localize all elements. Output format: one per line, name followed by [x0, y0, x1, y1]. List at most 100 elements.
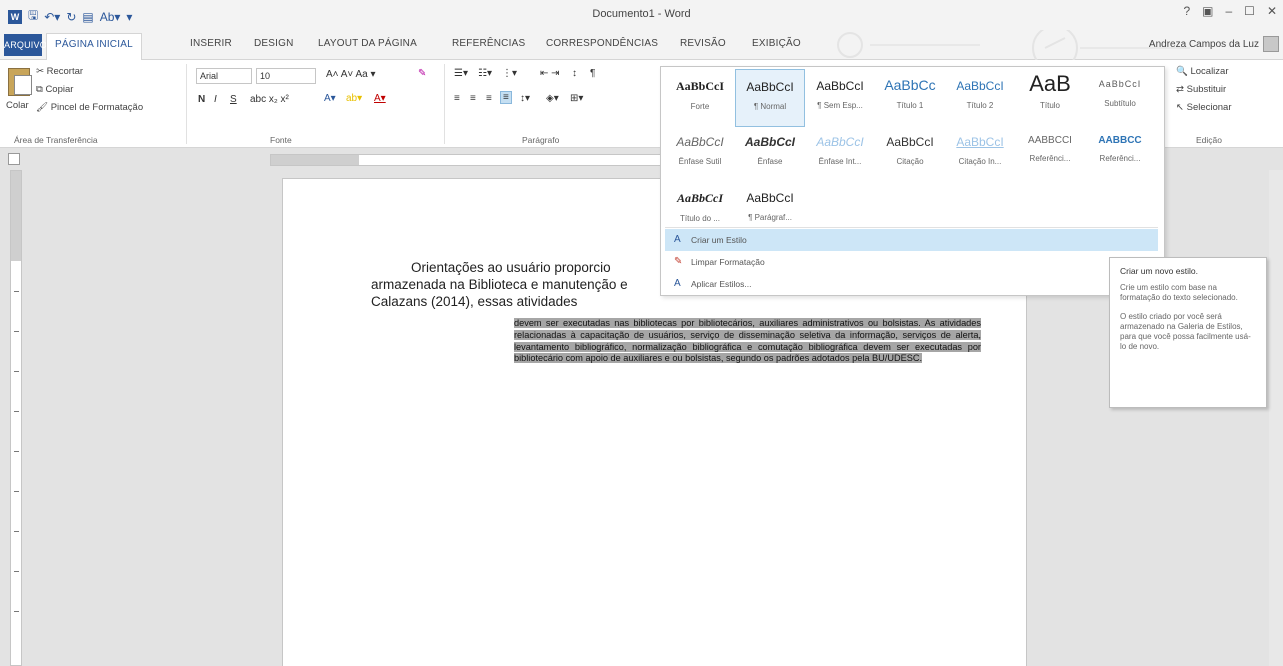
apply-styles-label: Aplicar Estilos... [691, 279, 752, 289]
style-title[interactable]: AaB Título [1015, 69, 1085, 127]
indent-icons[interactable]: ⇤ ⇥ [540, 68, 560, 79]
style-sample: AaBbCcI [744, 135, 795, 149]
borders-icon[interactable]: ⊞▾ [570, 93, 583, 104]
format-painter-button[interactable]: 🖌 Pincel de Formatação [36, 102, 143, 113]
clear-format-icon[interactable]: ✎ [418, 68, 426, 79]
style-no-spacing[interactable]: AaBbCcI ¶ Sem Esp... [805, 69, 875, 127]
minimize-icon[interactable]: – [1225, 4, 1232, 18]
tooltip-text-1: Crie um estilo com base na formatação do… [1120, 283, 1238, 302]
style-sample: AaBbCcI [746, 80, 794, 94]
tab-selector-icon[interactable] [8, 153, 20, 165]
style-subtitle[interactable]: AaBbCcI Subtítulo [1085, 69, 1155, 127]
style-name: Título do ... [679, 214, 721, 223]
sort-icon[interactable]: ↕ [572, 68, 577, 79]
editing-group-label: Edição [1196, 135, 1222, 145]
style-sample: AaBbCcI [816, 79, 864, 93]
multilevel-list-icon[interactable]: ⋮▾ [502, 68, 517, 79]
style-name: Citação In... [958, 157, 1002, 166]
style-heading-2[interactable]: AaBbCcI Título 2 [945, 69, 1015, 127]
justify-icon[interactable]: ≡ [500, 91, 512, 104]
tab-design[interactable]: DESIGN [254, 38, 294, 49]
style-sample: AABBCC [1098, 135, 1142, 146]
vertical-ruler[interactable] [10, 170, 22, 666]
style-intense-reference[interactable]: AABBCC Referênci... [1085, 125, 1155, 183]
find-button[interactable]: 🔍 Localizar [1176, 66, 1229, 77]
style-quote[interactable]: AaBbCcI Citação [875, 125, 945, 183]
cut-button[interactable]: ✂ Recortar [36, 66, 83, 77]
shading-icon[interactable]: ◈▾ [546, 93, 559, 104]
help-icon[interactable]: ? [1183, 4, 1190, 18]
clear-formatting-item[interactable]: ✎ Limpar Formatação [665, 251, 1158, 273]
avatar[interactable] [1263, 36, 1279, 52]
tab-home[interactable]: PÁGINA INICIAL [46, 33, 142, 61]
style-name: Referênci... [1029, 154, 1071, 163]
style-sample: AaBbCcI [675, 79, 724, 93]
paste-icon[interactable] [8, 68, 32, 96]
text-effects-icon[interactable]: A▾ [324, 93, 336, 104]
style-normal[interactable]: AaBbCcI ¶ Normal [735, 69, 805, 127]
user-name[interactable]: Andreza Campos da Luz [1149, 39, 1259, 50]
style-heading-1[interactable]: AaBbCc Título 1 [875, 69, 945, 127]
paste-button[interactable]: Colar [6, 100, 29, 111]
styles-gallery: AaBbCcI Forte AaBbCcI ¶ Normal AaBbCcI ¶ Se… [660, 66, 1165, 296]
copy-button[interactable]: ⧉ Copiar [36, 84, 73, 95]
vertical-scrollbar[interactable] [1269, 170, 1283, 666]
highlight-icon[interactable]: ab▾ [346, 93, 362, 104]
underline-button[interactable]: S [230, 94, 237, 105]
align-right-icon[interactable]: ≡ [486, 93, 492, 104]
create-style-item[interactable]: A Criar um Estilo [665, 229, 1158, 251]
font-color-icon[interactable]: A▾ [374, 93, 386, 104]
select-button[interactable]: ↖ Selecionar [1176, 102, 1232, 113]
tab-page-layout[interactable]: LAYOUT DA PÁGINA [318, 38, 417, 49]
style-intense-quote[interactable]: AaBbCcI Citação In... [945, 125, 1015, 183]
style-intense-emphasis[interactable]: AaBbCcI Ênfase Int... [805, 125, 875, 183]
find-label: Localizar [1190, 66, 1229, 77]
align-left-icon[interactable]: ≡ [454, 93, 460, 104]
apply-styles-item[interactable]: A Aplicar Estilos... [665, 273, 1158, 295]
pilcrow-icon[interactable]: ¶ [590, 68, 595, 79]
bold-button[interactable]: N [198, 94, 205, 105]
tab-insert[interactable]: INSERIR [190, 38, 232, 49]
numbering-icon[interactable]: ☷▾ [478, 68, 492, 79]
clear-formatting-label: Limpar Formatação [691, 257, 765, 267]
style-name: Citação [896, 157, 924, 166]
window-controls: ? ▣ – ☐ ✕ [1183, 4, 1277, 18]
italic-button[interactable]: I [214, 94, 217, 105]
horizontal-ruler[interactable] [270, 154, 670, 166]
style-name: ¶ Parágraf... [748, 213, 792, 222]
style-subtle-emphasis[interactable]: AaBbCcI Ênfase Sutil [665, 125, 735, 183]
close-icon[interactable]: ✕ [1267, 4, 1277, 18]
select-label: Selecionar [1186, 102, 1232, 113]
style-subtle-reference[interactable]: AABBCCI Referênci... [1015, 125, 1085, 183]
replace-button[interactable]: ⇄ Substituir [1176, 84, 1226, 95]
restore-icon[interactable]: ☐ [1244, 4, 1255, 18]
line-spacing-icon[interactable]: ↕▾ [520, 93, 530, 104]
divider [186, 64, 187, 144]
tab-review[interactable]: REVISÃO [680, 38, 726, 49]
style-sample: AaBbCcI [956, 135, 1004, 149]
cut-label: Recortar [46, 66, 84, 77]
tab-mailings[interactable]: CORRESPONDÊNCIAS [546, 38, 658, 49]
style-emphasis[interactable]: AaBbCcI Ênfase [735, 125, 805, 183]
align-center-icon[interactable]: ≡ [470, 93, 476, 104]
style-sample: AaBbCcI [816, 135, 864, 149]
tab-references[interactable]: REFERÊNCIAS [452, 38, 525, 49]
style-name: Ênfase Sutil [678, 157, 722, 166]
tab-file[interactable]: ARQUIVO [4, 34, 47, 56]
strike-subscript-superscript[interactable]: abc x₂ x² [250, 94, 289, 105]
ribbon-display-icon[interactable]: ▣ [1202, 4, 1213, 18]
style-strong[interactable]: AaBbCcI Forte [665, 69, 735, 127]
create-style-label: Criar um Estilo [691, 235, 747, 245]
font-grow-shrink[interactable]: A˄ A˅ Aa ▾ [326, 69, 376, 80]
style-name: Título 2 [966, 101, 994, 110]
selected-quote[interactable]: devem ser executadas nas bibliotecas por… [514, 318, 981, 365]
tab-view[interactable]: EXIBIÇÃO [752, 38, 801, 49]
font-size-combo[interactable]: 10 [256, 68, 316, 84]
font-name-combo[interactable]: Arial [196, 68, 252, 84]
style-name: ¶ Sem Esp... [817, 101, 863, 110]
style-name: Referênci... [1099, 154, 1141, 163]
bullets-icon[interactable]: ☰▾ [454, 68, 468, 79]
word-window: W 🖫 ↶▾ ↻ ▤ Ab▾ ▾ Documento1 - Word ? ▣ –… [0, 0, 1283, 666]
tooltip-text-2: O estilo criado por você será armazenado… [1120, 312, 1251, 351]
style-sample: AaBbCcI [746, 191, 794, 205]
